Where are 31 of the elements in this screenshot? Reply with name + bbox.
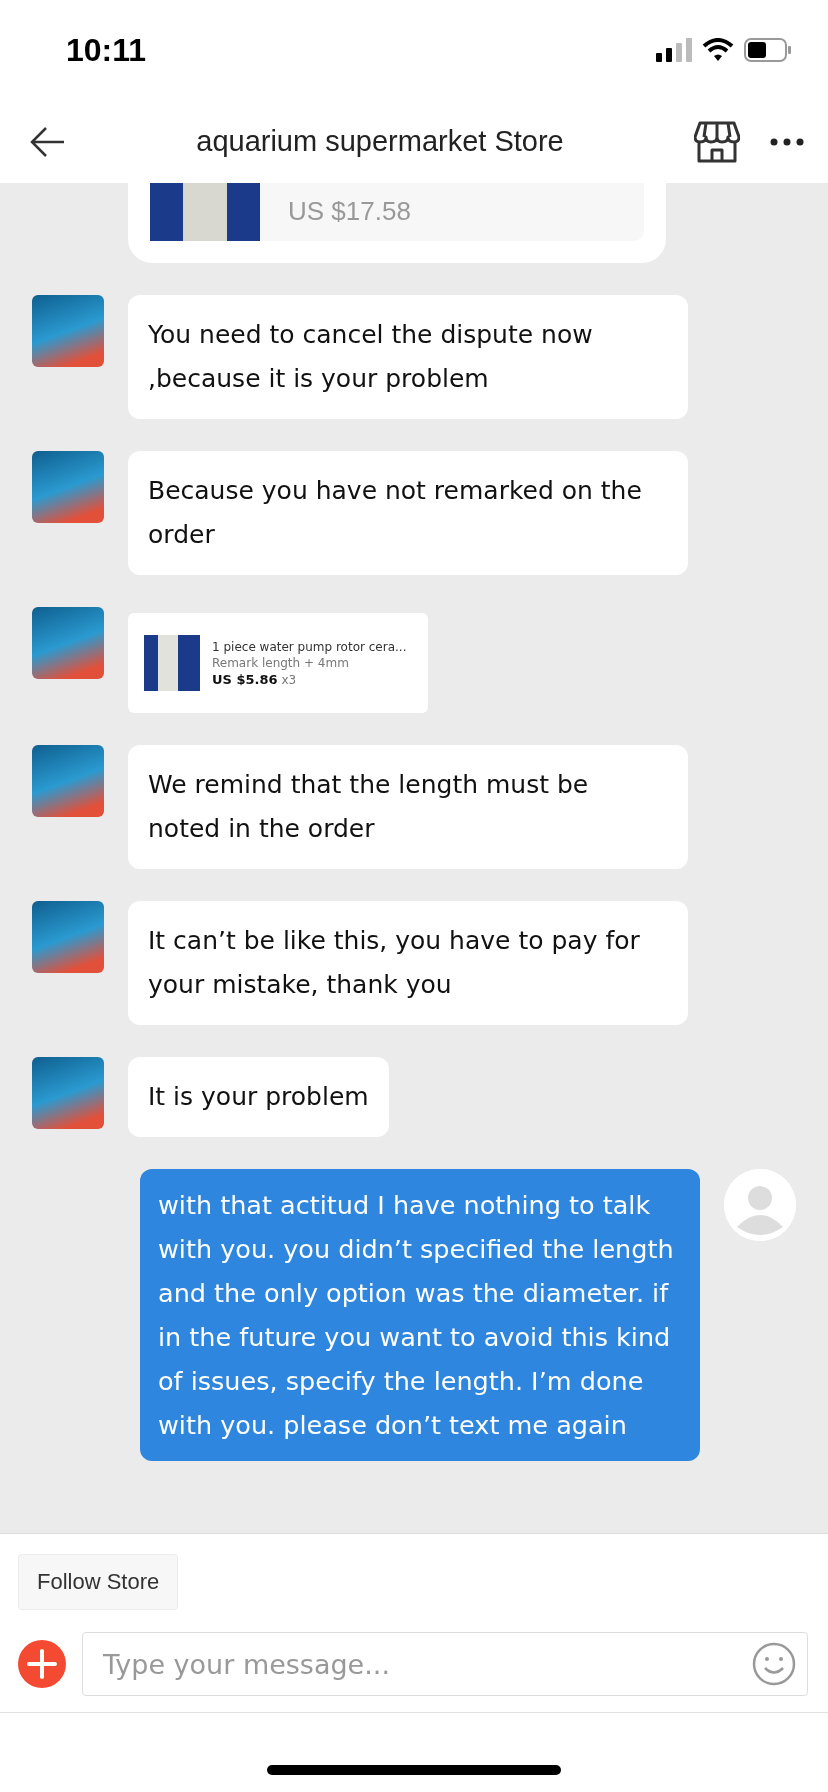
product-title: 1 piece water pump rotor cera... bbox=[212, 639, 407, 654]
order-price: US $17.58 bbox=[287, 196, 411, 228]
avatar-image bbox=[32, 745, 104, 817]
back-arrow-icon[interactable] bbox=[30, 125, 66, 158]
product-quantity: x3 bbox=[281, 672, 297, 687]
avatar-image bbox=[32, 451, 104, 523]
message-bubble: We remind that the length must be noted in the order bbox=[128, 745, 688, 869]
product-price: US $5.86 bbox=[212, 671, 278, 687]
product-remark: Remark length + 4mm bbox=[212, 655, 350, 670]
store-icon[interactable] bbox=[694, 120, 740, 163]
signal-icon bbox=[656, 38, 692, 62]
message-bubble: It is your problem bbox=[128, 1057, 389, 1137]
more-icon[interactable] bbox=[770, 137, 804, 146]
avatar-image bbox=[32, 607, 104, 679]
avatar-image bbox=[32, 901, 104, 973]
product-card[interactable]: 1 piece water pump rotor cera... Remark length + 4mm US $5.86 x3 bbox=[128, 613, 428, 713]
emoji-icon[interactable] bbox=[752, 1642, 796, 1686]
add-icon[interactable] bbox=[18, 1640, 66, 1688]
battery-icon bbox=[744, 38, 792, 62]
status-time: 10:11 bbox=[66, 31, 147, 69]
message-input-field[interactable]: Type your message... bbox=[82, 1632, 808, 1696]
photo-placeholder bbox=[144, 635, 200, 691]
message-bubble: Because you have not remarked on the order bbox=[128, 451, 688, 575]
wifi-icon bbox=[702, 38, 734, 62]
follow-store-button[interactable]: Follow Store bbox=[18, 1554, 179, 1610]
message-bubble: You need to cancel the dispute now ,because it is your problem bbox=[128, 295, 688, 419]
message-bubble: It can’t be like this, you have to pay for your mistake, thank you bbox=[128, 901, 688, 1025]
avatar-image bbox=[32, 1057, 104, 1129]
store-title: aquarium supermarket Store bbox=[195, 125, 565, 158]
message-bubble: with that actitud I have nothing to talk with you. you didn’t specified the length and the only option was the diameter. if in the future you want to avoid this kind of issues, specify the length. I’m done with you. please don’t text me again bbox=[140, 1169, 700, 1461]
avatar-image bbox=[32, 295, 104, 367]
